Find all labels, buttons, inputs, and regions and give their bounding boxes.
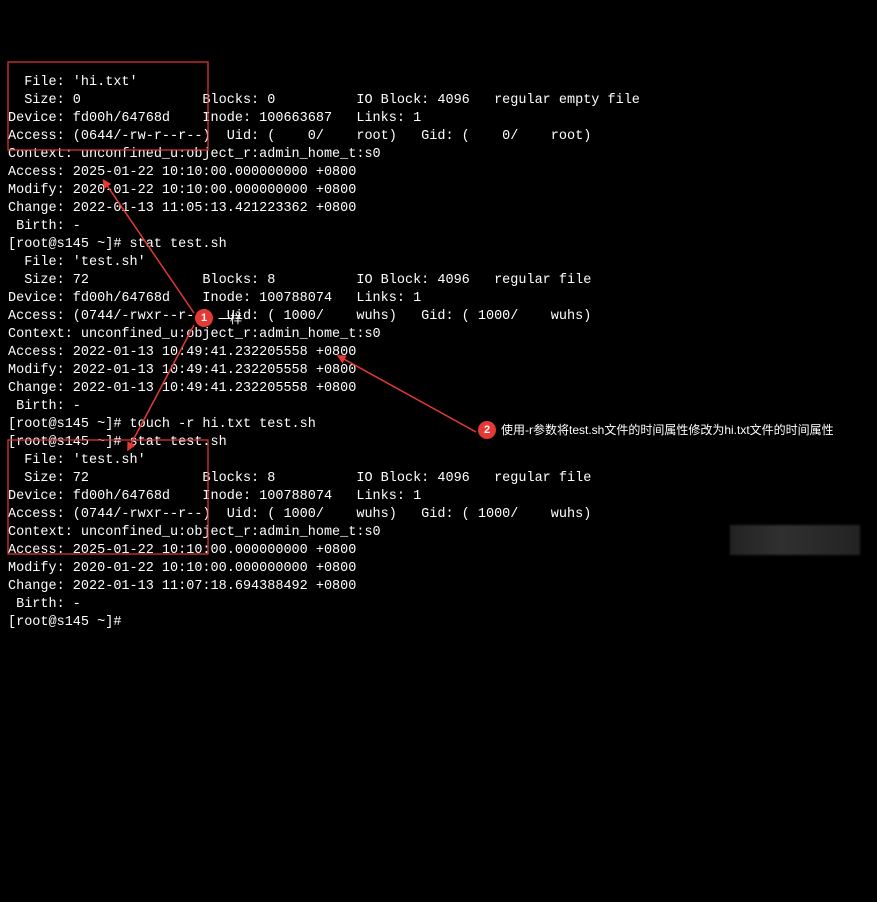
terminal-line: File: 'hi.txt' bbox=[8, 74, 877, 92]
terminal-line: Context: unconfined_u:object_r:admin_hom… bbox=[8, 326, 877, 344]
terminal-line: Context: unconfined_u:object_r:admin_hom… bbox=[8, 146, 877, 164]
terminal-line: Modify: 2022-01-13 10:49:41.232205558 +0… bbox=[8, 362, 877, 380]
terminal-line: [root@s145 ~]# touch -r hi.txt test.sh bbox=[8, 416, 877, 434]
terminal-line: Access: (0744/-rwxr--r--) Uid: ( 1000/ w… bbox=[8, 308, 877, 326]
terminal-line: Birth: - bbox=[8, 218, 877, 236]
terminal-line: Device: fd00h/64768d Inode: 100788074 Li… bbox=[8, 488, 877, 506]
terminal-line: File: 'test.sh' bbox=[8, 254, 877, 272]
terminal-line: [root@s145 ~]# bbox=[8, 614, 877, 632]
terminal-line: Size: 0 Blocks: 0 IO Block: 4096 regular… bbox=[8, 92, 877, 110]
terminal-line: Modify: 2020-01-22 10:10:00.000000000 +0… bbox=[8, 560, 877, 578]
terminal-line: Size: 72 Blocks: 8 IO Block: 4096 regula… bbox=[8, 470, 877, 488]
terminal-line: Access: 2022-01-13 10:49:41.232205558 +0… bbox=[8, 344, 877, 362]
terminal-line: Birth: - bbox=[8, 596, 877, 614]
terminal-line: [root@s145 ~]# stat test.sh bbox=[8, 434, 877, 452]
terminal-line: File: 'test.sh' bbox=[8, 452, 877, 470]
terminal-line: Change: 2022-01-13 11:07:18.694388492 +0… bbox=[8, 578, 877, 596]
terminal-line: [root@s145 ~]# stat test.sh bbox=[8, 236, 877, 254]
terminal-line: Access: 2025-01-22 10:10:00.000000000 +0… bbox=[8, 542, 877, 560]
terminal-line: Change: 2022-01-13 11:05:13.421223362 +0… bbox=[8, 200, 877, 218]
terminal-line: Change: 2022-01-13 10:49:41.232205558 +0… bbox=[8, 380, 877, 398]
terminal-line: Context: unconfined_u:object_r:admin_hom… bbox=[8, 524, 877, 542]
terminal-line: Device: fd00h/64768d Inode: 100788074 Li… bbox=[8, 290, 877, 308]
terminal-line: Access: (0644/-rw-r--r--) Uid: ( 0/ root… bbox=[8, 128, 877, 146]
terminal-line: Size: 72 Blocks: 8 IO Block: 4096 regula… bbox=[8, 272, 877, 290]
terminal-output: File: 'hi.txt' Size: 0 Blocks: 0 IO Bloc… bbox=[8, 74, 877, 632]
terminal-line: Birth: - bbox=[8, 398, 877, 416]
terminal-line: Access: 2025-01-22 10:10:00.000000000 +0… bbox=[8, 164, 877, 182]
terminal-line: Modify: 2020-01-22 10:10:00.000000000 +0… bbox=[8, 182, 877, 200]
terminal-line: Access: (0744/-rwxr--r--) Uid: ( 1000/ w… bbox=[8, 506, 877, 524]
terminal-line: Device: fd00h/64768d Inode: 100663687 Li… bbox=[8, 110, 877, 128]
